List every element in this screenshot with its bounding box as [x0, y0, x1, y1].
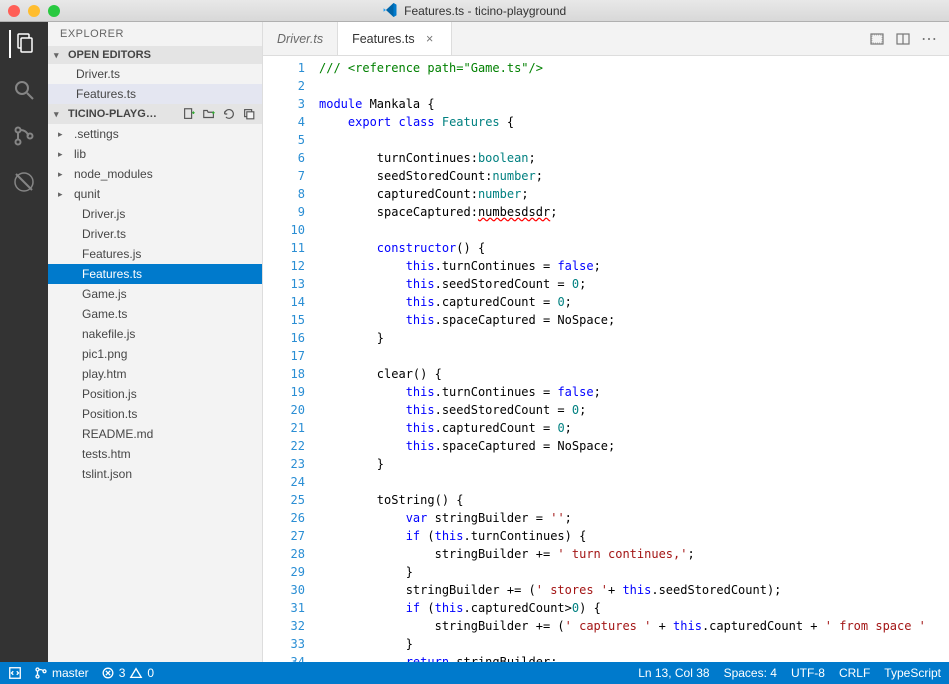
folder-item[interactable]: qunit — [48, 184, 262, 204]
explorer-activity-icon[interactable] — [9, 30, 37, 58]
refresh-icon[interactable] — [222, 107, 236, 121]
file-item[interactable]: Position.js — [48, 384, 262, 404]
more-actions-icon[interactable]: ⋯ — [921, 29, 939, 49]
file-item[interactable]: Position.ts — [48, 404, 262, 424]
code-editor[interactable]: 1234567891011121314151617181920212223242… — [263, 56, 949, 662]
close-tab-icon[interactable]: × — [423, 32, 437, 46]
language-status[interactable]: TypeScript — [884, 666, 941, 680]
explorer-sidebar: EXPLORER ▾ OPEN EDITORS Driver.tsFeature… — [48, 22, 263, 662]
remote-indicator[interactable] — [8, 666, 22, 680]
file-item[interactable]: nakefile.js — [48, 324, 262, 344]
maximize-window-button[interactable] — [48, 5, 60, 17]
tab-bar: Driver.ts Features.ts× ⋯ — [263, 22, 949, 56]
branch-icon — [34, 666, 48, 680]
sidebar-title: EXPLORER — [48, 22, 262, 46]
search-activity-icon[interactable] — [10, 76, 38, 104]
new-folder-icon[interactable] — [202, 107, 216, 121]
problems-status[interactable]: 3 0 — [101, 666, 154, 680]
encoding-status[interactable]: UTF-8 — [791, 666, 825, 680]
new-file-icon[interactable] — [182, 107, 196, 121]
eol-status[interactable]: CRLF — [839, 666, 870, 680]
activity-bar — [0, 22, 48, 662]
code-content[interactable]: /// <reference path="Game.ts"/> module M… — [319, 56, 949, 662]
editor-layout-icon[interactable] — [895, 31, 911, 47]
file-item[interactable]: Game.ts — [48, 304, 262, 324]
folder-item[interactable]: lib — [48, 144, 262, 164]
file-item[interactable]: Features.js — [48, 244, 262, 264]
git-branch-status[interactable]: master — [34, 666, 89, 680]
line-gutter: 1234567891011121314151617181920212223242… — [263, 56, 319, 662]
folder-item[interactable]: .settings — [48, 124, 262, 144]
file-item[interactable]: play.htm — [48, 364, 262, 384]
minimize-window-button[interactable] — [28, 5, 40, 17]
titlebar: Features.ts - ticino-playground — [0, 0, 949, 22]
file-item[interactable]: Game.js — [48, 284, 262, 304]
file-item[interactable]: pic1.png — [48, 344, 262, 364]
file-item[interactable]: Features.ts — [48, 264, 262, 284]
warning-icon — [129, 666, 143, 680]
debug-activity-icon[interactable] — [10, 168, 38, 196]
cursor-position-status[interactable]: Ln 13, Col 38 — [638, 666, 709, 680]
status-bar: master 3 0 Ln 13, Col 38 Spaces: 4 UTF-8… — [0, 662, 949, 684]
git-activity-icon[interactable] — [10, 122, 38, 150]
file-item[interactable]: tests.htm — [48, 444, 262, 464]
project-tree: .settingslibnode_modulesqunitDriver.jsDr… — [48, 124, 262, 484]
open-editor-item[interactable]: Driver.ts — [48, 64, 262, 84]
collapse-all-icon[interactable] — [242, 107, 256, 121]
tab-driver[interactable]: Driver.ts — [263, 22, 338, 55]
vscode-icon — [383, 3, 397, 17]
file-item[interactable]: tslint.json — [48, 464, 262, 484]
open-editors-header[interactable]: ▾ OPEN EDITORS — [48, 46, 262, 64]
tab-features[interactable]: Features.ts× — [338, 22, 452, 55]
file-item[interactable]: Driver.ts — [48, 224, 262, 244]
window-title: Features.ts - ticino-playground — [0, 3, 949, 18]
indent-status[interactable]: Spaces: 4 — [724, 666, 777, 680]
window-controls — [0, 5, 60, 17]
close-window-button[interactable] — [8, 5, 20, 17]
file-item[interactable]: README.md — [48, 424, 262, 444]
project-header[interactable]: ▾ TICINO-PLAYG… — [48, 104, 262, 124]
open-editor-item[interactable]: Features.ts — [48, 84, 262, 104]
split-editor-icon[interactable] — [869, 31, 885, 47]
file-item[interactable]: Driver.js — [48, 204, 262, 224]
error-icon — [101, 666, 115, 680]
editor-area: Driver.ts Features.ts× ⋯ 123456789101112… — [263, 22, 949, 662]
folder-item[interactable]: node_modules — [48, 164, 262, 184]
open-editors-list: Driver.tsFeatures.ts — [48, 64, 262, 104]
